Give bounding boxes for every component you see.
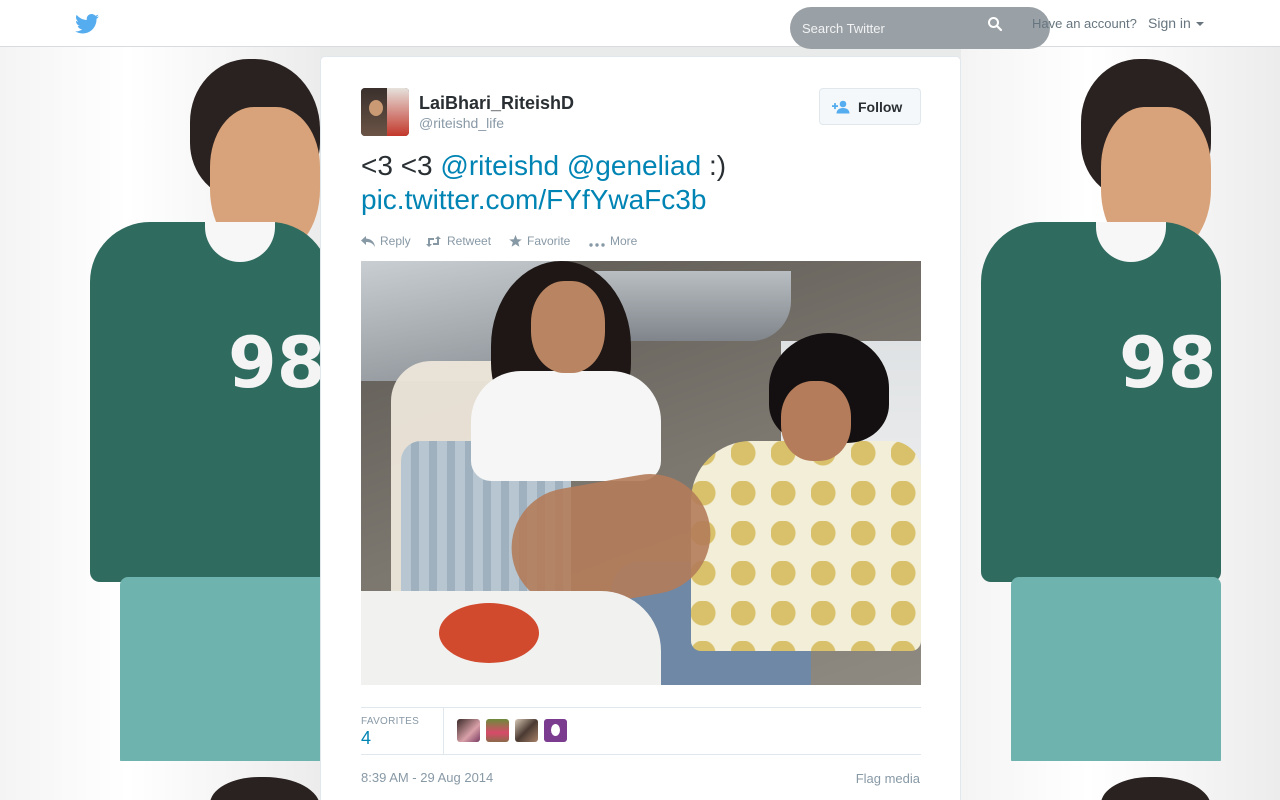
follow-button[interactable]: Follow [819, 88, 921, 125]
signin-label: Sign in [1148, 15, 1191, 31]
have-account-text: Have an account? [1032, 16, 1137, 31]
favoriter-avatar-2[interactable] [486, 719, 509, 742]
account-username[interactable]: @riteishd_life [419, 115, 504, 131]
background-image-right: 98 [961, 47, 1280, 761]
follow-user-icon [832, 100, 850, 114]
tweet-media-link[interactable]: pic.twitter.com/FYfYwaFc3b [361, 184, 706, 215]
favorites-label: FAVORITES [361, 716, 420, 727]
mention-geneliad[interactable]: @geneliad [567, 150, 701, 181]
default-egg-icon [551, 724, 560, 736]
reply-icon [361, 236, 375, 247]
signin-dropdown[interactable]: Sign in [1148, 15, 1204, 31]
reply-action[interactable]: Reply [361, 234, 411, 248]
background-image-bottom-left [0, 761, 320, 800]
search-input[interactable] [802, 17, 982, 39]
search-icon[interactable] [987, 16, 1003, 32]
more-action[interactable]: More [589, 234, 637, 248]
favorites-count[interactable]: 4 [361, 728, 371, 749]
twitter-bird-icon[interactable] [75, 14, 99, 34]
tweet-stats: FAVORITES 4 [361, 707, 921, 755]
tweet-text: <3 <3 @riteishd @geneliad :) pic.twitter.… [361, 149, 921, 217]
flag-media-link[interactable]: Flag media [856, 771, 920, 786]
search-box[interactable] [790, 7, 1050, 49]
more-label: More [610, 234, 638, 248]
favorite-star-icon [509, 235, 522, 247]
top-bar: Have an account? Sign in [0, 0, 1280, 49]
favoriter-avatar-4[interactable] [544, 719, 567, 742]
stats-divider [443, 708, 444, 754]
follow-label: Follow [858, 99, 903, 115]
favoriter-avatar-3[interactable] [515, 719, 538, 742]
tweet-media-photo[interactable] [361, 261, 921, 685]
mention-riteishd[interactable]: @riteishd [440, 150, 559, 181]
avatar[interactable] [361, 88, 409, 136]
account-fullname[interactable]: LaiBhari_RiteishD [419, 93, 574, 114]
background-image-bottom-right [961, 761, 1280, 800]
tweet-card: LaiBhari_RiteishD @riteishd_life Follow … [320, 56, 961, 800]
retweet-icon [426, 236, 441, 247]
favoriter-avatar-1[interactable] [457, 719, 480, 742]
background-image-left: 98 [0, 47, 320, 761]
caret-down-icon [1195, 22, 1204, 27]
retweet-action[interactable]: Retweet [425, 234, 491, 248]
tweet-text-prefix: <3 <3 [361, 150, 441, 181]
retweet-label: Retweet [447, 234, 492, 248]
tweet-text-suffix: :) [701, 150, 727, 181]
tweet-timestamp: 8:39 AM - 29 Aug 2014 [361, 770, 494, 785]
reply-label: Reply [380, 234, 411, 248]
favorite-label: Favorite [527, 234, 571, 248]
more-dots-icon [589, 243, 605, 247]
favorite-action[interactable]: Favorite [509, 234, 570, 248]
